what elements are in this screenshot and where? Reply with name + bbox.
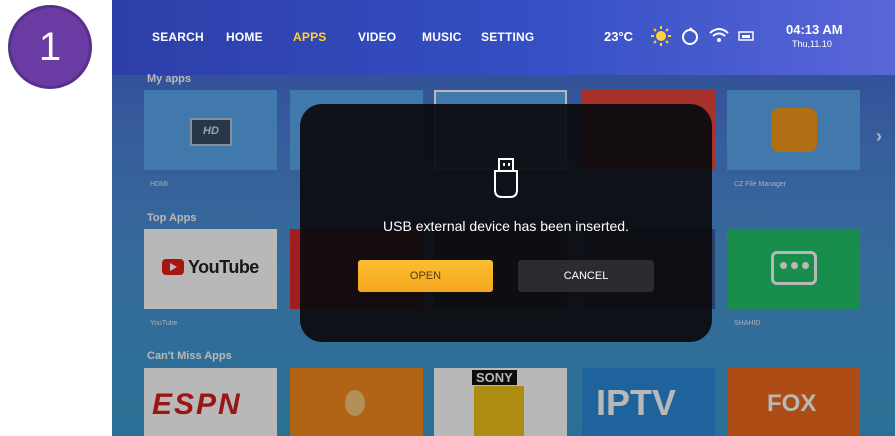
nav-home[interactable]: HOME [226, 30, 263, 44]
tv-screen: SEARCH HOME APPS VIDEO MUSIC SETTING 23°… [112, 0, 895, 436]
usb-icon [494, 158, 518, 198]
clock-time: 04:13 AM [786, 22, 843, 37]
nav-setting[interactable]: SETTING [481, 30, 534, 44]
nav-apps[interactable]: APPS [293, 30, 326, 44]
ethernet-icon [738, 31, 754, 41]
usb-dialog: USB external device has been inserted. O… [300, 104, 712, 342]
nav-search[interactable]: SEARCH [152, 30, 204, 44]
clock-date: Thu,11.10 [792, 39, 832, 49]
usb-connection-icon [682, 27, 698, 45]
nav-music[interactable]: MUSIC [422, 30, 462, 44]
step-number: 1 [38, 24, 62, 69]
open-button[interactable]: OPEN [358, 260, 493, 292]
sun-icon [651, 26, 671, 46]
nav-video[interactable]: VIDEO [358, 30, 396, 44]
temperature: 23°C [604, 29, 634, 44]
cancel-button[interactable]: CANCEL [518, 260, 654, 292]
step-badge: 1 [8, 5, 92, 89]
top-bar: SEARCH HOME APPS VIDEO MUSIC SETTING 23°… [112, 0, 895, 75]
dialog-message: USB external device has been inserted. [383, 218, 629, 234]
wifi-icon [709, 28, 729, 42]
